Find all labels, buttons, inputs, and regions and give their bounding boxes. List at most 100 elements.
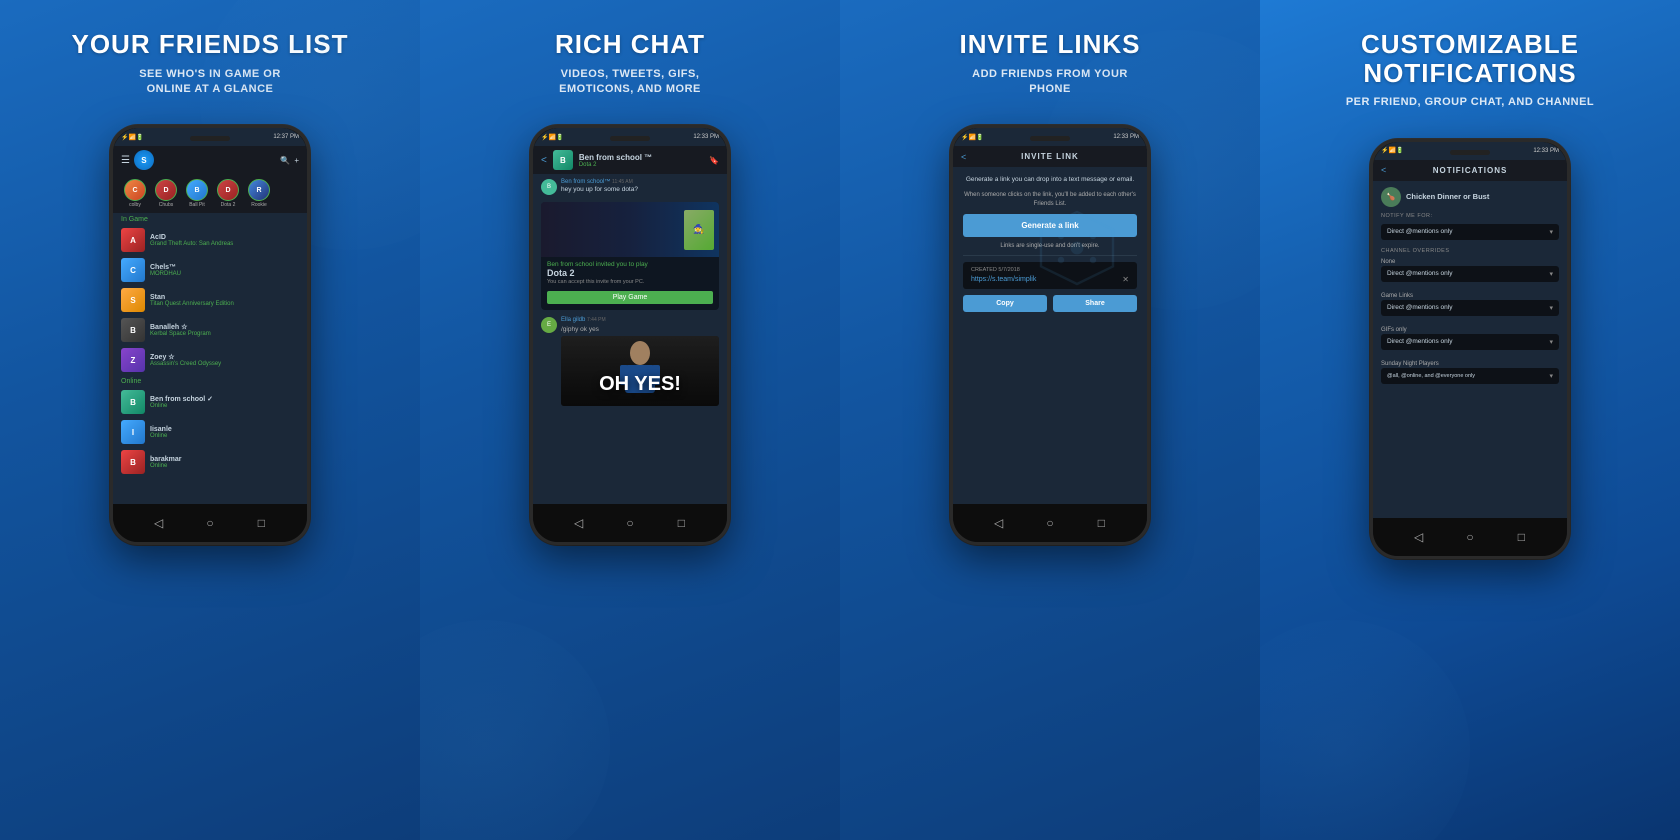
nav-recent[interactable]: □	[252, 514, 270, 532]
friend-item[interactable]: Z Zoey ☆ Assassin's Creed Odyssey	[113, 345, 307, 375]
channel-dropdown[interactable]: Direct @mentions only ▾	[1381, 300, 1559, 316]
friend-avatar: I	[121, 420, 145, 444]
chevron-down-icon: ▾	[1549, 270, 1553, 278]
friend-name: barakmar	[150, 456, 299, 463]
notifications-title: NOTIFICATIONS	[1433, 166, 1508, 175]
friend-avatar: B	[121, 390, 145, 414]
giphy-sender-avatar: E	[541, 317, 557, 333]
nav-recent[interactable]: □	[1512, 528, 1530, 546]
nav-home[interactable]: ○	[201, 514, 219, 532]
avatar-item: B Ball Pit	[183, 179, 211, 208]
back-arrow-icon[interactable]: <	[961, 152, 966, 162]
giphy-command: /giphy ok yes	[561, 326, 719, 333]
nav-recent[interactable]: □	[672, 514, 690, 532]
panel-rich-chat: RICH CHAT VIDEOS, TWEETS, GIFS,EMOTICONS…	[420, 0, 840, 840]
close-link-icon[interactable]: ✕	[1122, 275, 1129, 284]
msg-sender: Ben from school™ 11:45 AM	[561, 179, 719, 185]
friend-game: Grand Theft Auto: San Andreas	[150, 241, 299, 247]
chat-contact-game: Dota 2	[579, 162, 703, 168]
copy-button[interactable]: Copy	[963, 295, 1047, 312]
game-cover-art: 🧙	[684, 210, 714, 250]
panel-notifications: CUSTOMIZABLENOTIFICATIONS PER FRIEND, GR…	[1260, 0, 1680, 840]
phone-2-screen: ⚡📶🔋 12:33 PM < B Ben from school ™ Dota …	[533, 128, 727, 542]
channel-dropdown[interactable]: @all, @online, and @everyone only ▾	[1381, 368, 1559, 384]
friend-item[interactable]: I Iisanle Online	[113, 417, 307, 447]
chevron-down-icon: ▾	[1549, 372, 1553, 380]
back-arrow-icon[interactable]: <	[541, 155, 547, 166]
status-time: 12:37 PM	[273, 134, 299, 140]
play-game-button[interactable]: Play Game	[547, 291, 713, 304]
friend-game: Kerbal Space Program	[150, 331, 299, 337]
chat-header-info: Ben from school ™ Dota 2	[579, 153, 703, 168]
channel-dropdown[interactable]: Direct @mentions only ▾	[1381, 334, 1559, 350]
bookmark-icon[interactable]: 🔖	[709, 156, 719, 165]
back-arrow-icon[interactable]: <	[1381, 165, 1386, 175]
channel-option: Direct @mentions only	[1387, 304, 1452, 311]
panel-invite-links: INVITE LINKS ADD FRIENDS FROM YOURPHONE …	[840, 0, 1260, 840]
hamburger-icon[interactable]: ☰	[121, 155, 130, 166]
friend-info: Banalleh ☆ Kerbal Space Program	[150, 323, 299, 337]
nav-recent[interactable]: □	[1092, 514, 1110, 532]
gif-caption: OH YES!	[599, 373, 681, 396]
phone-2: ⚡📶🔋 12:33 PM < B Ben from school ™ Dota …	[530, 125, 730, 545]
nav-back[interactable]: ◁	[570, 514, 588, 532]
phone-2-bottom-bar: ◁ ○ □	[533, 504, 727, 542]
avatar-name: Dota 2	[221, 202, 236, 208]
msg-content: Ben from school™ 11:45 AM hey you up for…	[561, 179, 719, 193]
nav-back[interactable]: ◁	[150, 514, 168, 532]
in-game-label: In Game	[113, 213, 307, 225]
notify-dropdown[interactable]: Direct @mentions only ▾	[1381, 224, 1559, 240]
channel-sunday-night: Sunday Night Players @all, @online, and …	[1381, 361, 1559, 388]
search-icon[interactable]: 🔍	[280, 156, 290, 165]
friend-item[interactable]: C Chels™ MORDHAU	[113, 255, 307, 285]
status-time: 12:33 PM	[693, 134, 719, 140]
nav-back[interactable]: ◁	[1410, 528, 1428, 546]
nav-home[interactable]: ○	[621, 514, 639, 532]
friend-item[interactable]: B Ben from school ✓ Online	[113, 387, 307, 417]
channel-override-label: CHANNEL OVERRIDES	[1381, 248, 1559, 254]
friend-item[interactable]: B barakmar Online	[113, 447, 307, 477]
friend-name: Zoey ☆	[150, 353, 299, 361]
avatar-circle: D	[217, 179, 239, 201]
avatar-circle: R	[248, 179, 270, 201]
online-label: Online	[113, 375, 307, 387]
friend-name: Stan	[150, 294, 299, 301]
share-button[interactable]: Share	[1053, 295, 1137, 312]
add-friend-icon[interactable]: +	[294, 156, 299, 165]
status-bar-2: ⚡📶🔋 12:33 PM	[533, 128, 727, 146]
invite-sender-text: Ben from school invited you to play	[547, 261, 713, 268]
notif-body: 🍗 Chicken Dinner or Bust NOTIFY ME FOR: …	[1373, 181, 1567, 556]
friend-item[interactable]: S Stan Titan Quest Anniversary Edition	[113, 285, 307, 315]
channel-name: None	[1381, 259, 1559, 265]
chevron-down-icon: ▾	[1549, 228, 1553, 236]
panel-2-title: RICH CHAT	[555, 30, 705, 59]
invite-description: Generate a link you can drop into a text…	[963, 175, 1137, 185]
phone-3-bottom-bar: ◁ ○ □	[953, 504, 1147, 542]
phone-4: ⚡📶🔋 12:33 PM < NOTIFICATIONS 🍗 Chicken D…	[1370, 139, 1570, 559]
giphy-msg-content: Ella gildb 7:44 PM /giphy ok yes	[561, 317, 719, 406]
nav-home[interactable]: ○	[1041, 514, 1059, 532]
phone-4-screen: ⚡📶🔋 12:33 PM < NOTIFICATIONS 🍗 Chicken D…	[1373, 142, 1567, 556]
decorative-dice-svg	[1037, 208, 1117, 288]
friend-info: Zoey ☆ Assassin's Creed Odyssey	[150, 353, 299, 367]
status-icons-left: ⚡📶🔋	[121, 134, 143, 141]
avatar-name: Chubs	[159, 202, 173, 208]
notif-header: < NOTIFICATIONS	[1373, 160, 1567, 181]
friend-info: Iisanle Online	[150, 426, 299, 439]
chevron-down-icon: ▾	[1549, 338, 1553, 346]
phone-1: ⚡📶🔋 12:37 PM ☰ S 🔍 +	[110, 125, 310, 545]
avatar-circle: B	[186, 179, 208, 201]
game-invite-title: Dota 2	[547, 268, 713, 278]
nav-home[interactable]: ○	[1461, 528, 1479, 546]
nav-back[interactable]: ◁	[990, 514, 1008, 532]
friend-status: Online	[150, 433, 299, 439]
status-icons-left: ⚡📶🔋	[541, 134, 563, 141]
status-bar-1: ⚡📶🔋 12:37 PM	[113, 128, 307, 146]
friend-info: Chels™ MORDHAU	[150, 264, 299, 277]
channel-option: @all, @online, and @everyone only	[1387, 373, 1475, 379]
chat-contact-name: Ben from school ™	[579, 153, 703, 162]
panel-friends-list: YOUR FRIENDS LIST SEE WHO'S IN GAME ORON…	[0, 0, 420, 840]
friend-item[interactable]: B Banalleh ☆ Kerbal Space Program	[113, 315, 307, 345]
friend-item[interactable]: A AcID Grand Theft Auto: San Andreas	[113, 225, 307, 255]
channel-dropdown[interactable]: Direct @mentions only ▾	[1381, 266, 1559, 282]
